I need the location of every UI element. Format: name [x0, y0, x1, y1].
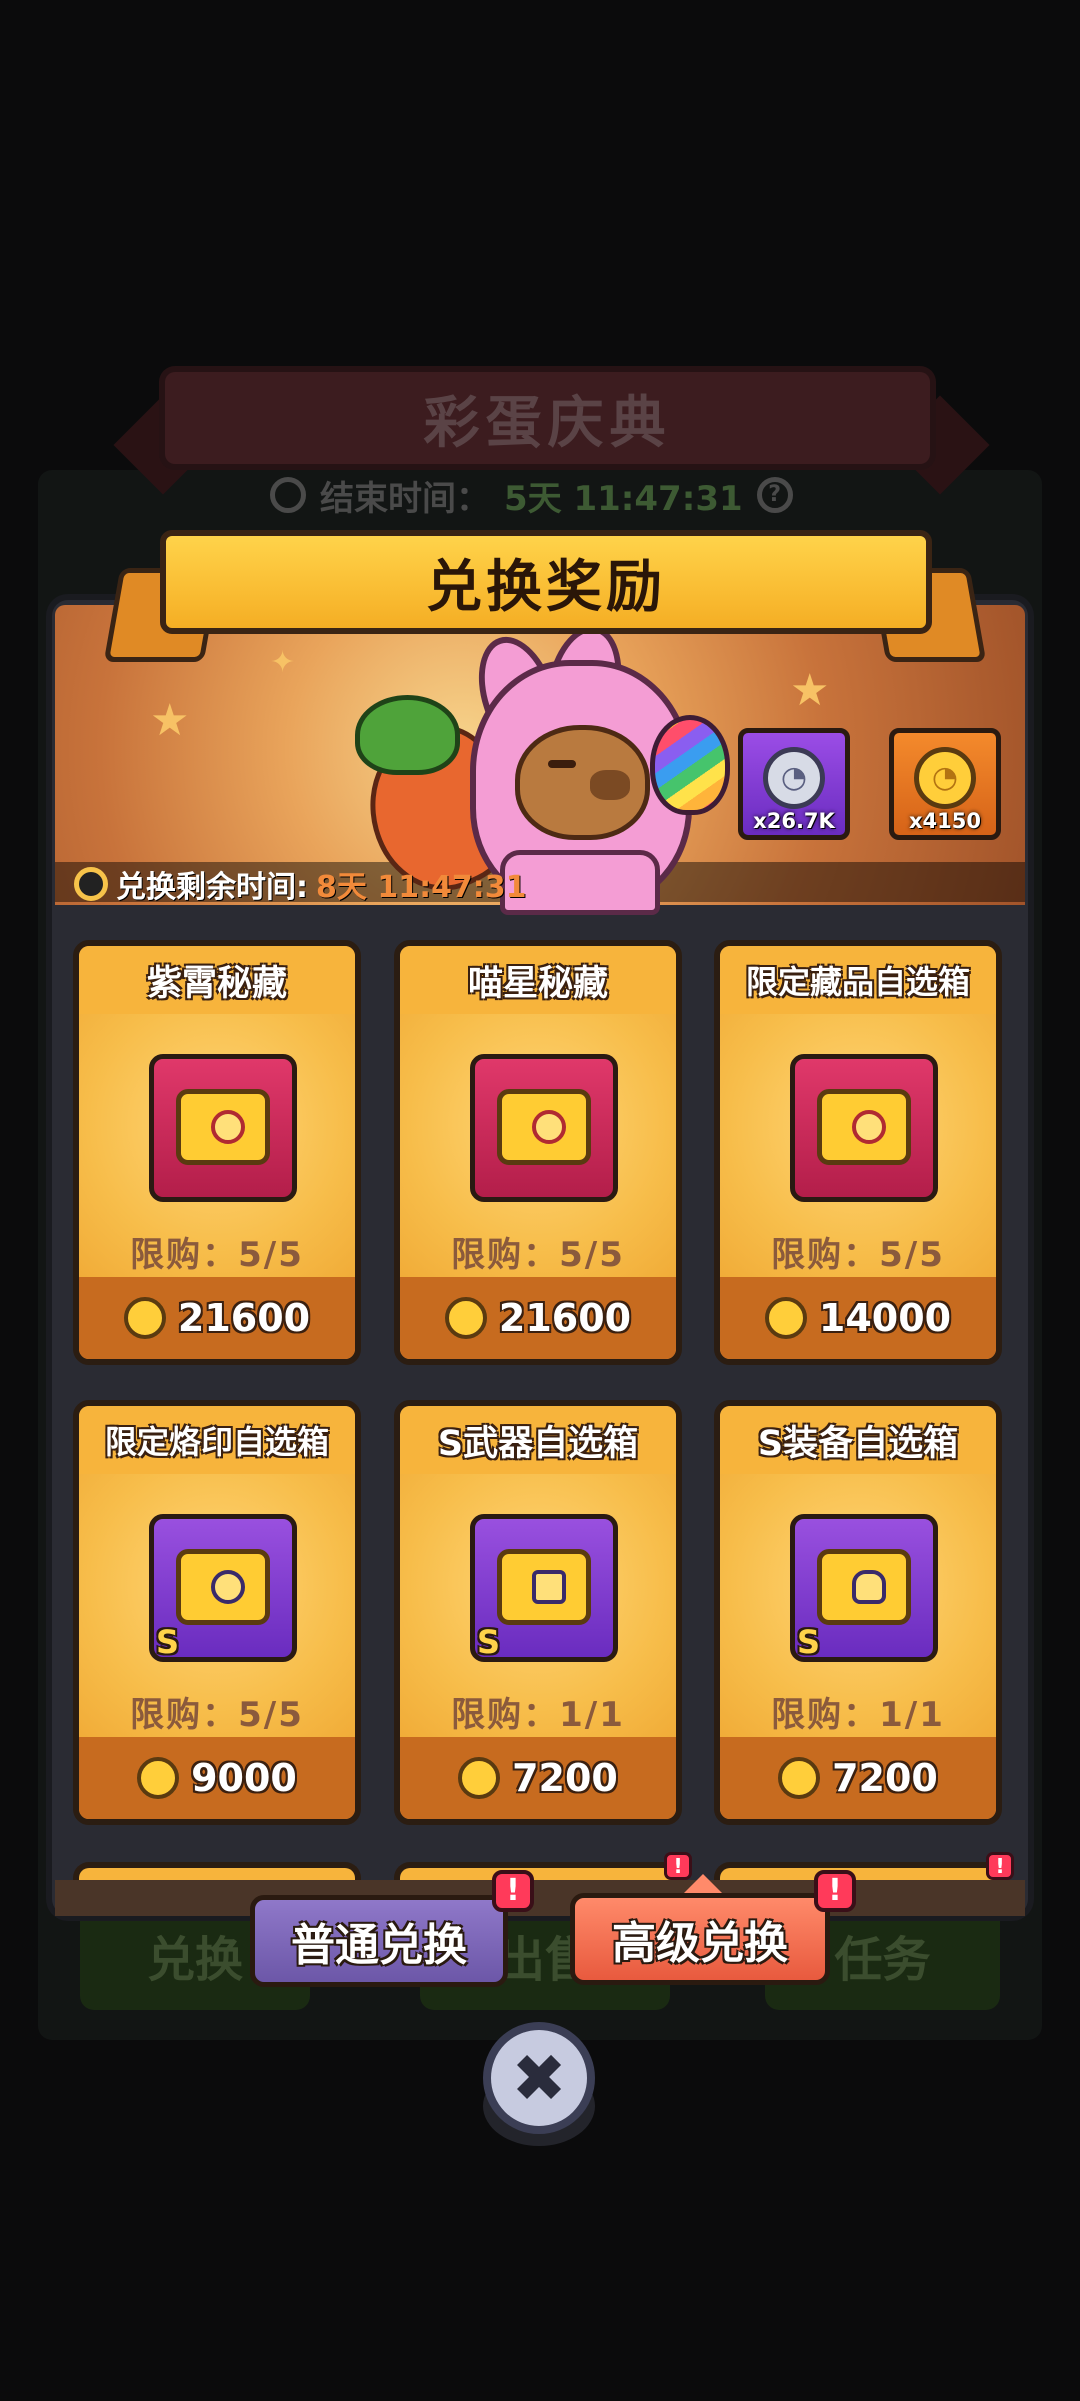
price-button[interactable]: 7200 [400, 1737, 676, 1819]
price-value: 21600 [177, 1296, 311, 1340]
gold-currency-badge[interactable]: ◔ x4150 [889, 728, 1001, 840]
grade-badge: S [797, 1623, 821, 1661]
treasure-chest-icon [470, 1054, 618, 1202]
modal-title: 兑换奖励 [160, 530, 932, 634]
gold-bunny-coin-icon: ◔ [914, 747, 976, 809]
treasure-chest-icon [149, 1054, 297, 1202]
collectible-chest-icon [790, 1054, 938, 1202]
purchase-limit: 限购：5/5 [130, 1694, 304, 1735]
star-icon: ★ [790, 665, 830, 716]
price-value: 21600 [498, 1296, 632, 1340]
price-value: 7200 [512, 1756, 618, 1800]
event-timer: 结束时间： 5天 11:47:31 ? [270, 470, 793, 520]
weapon-chest-icon: S [470, 1514, 618, 1662]
brand-chest-icon: S [149, 1514, 297, 1662]
close-icon: ✖ [511, 2039, 567, 2117]
equipment-chest-icon: S [790, 1514, 938, 1662]
shop-card[interactable]: S装备自选箱 S 限购：1/1 7200 [714, 1400, 1002, 1825]
purchase-limit: 限购：5/5 [451, 1234, 625, 1275]
shop-card[interactable]: S武器自选箱 S 限购：1/1 7200 [394, 1400, 682, 1825]
purchase-limit: 限购：5/5 [771, 1234, 945, 1275]
gold-coin-icon [778, 1757, 821, 1799]
gold-currency-count: x4150 [909, 809, 981, 833]
tab-normal-exchange[interactable]: 普通兑换 [250, 1895, 508, 1987]
price-button[interactable]: 21600 [400, 1277, 676, 1359]
price-button[interactable]: 21600 [79, 1277, 355, 1359]
help-icon[interactable]: ? [756, 477, 793, 513]
grade-badge: S [156, 1623, 180, 1661]
price-button[interactable]: 7200 [720, 1737, 996, 1819]
star-icon: ★ [150, 695, 190, 746]
remaining-value: 8天 11:47:31 [316, 870, 527, 905]
event-timer-value: 5天 11:47:31 [504, 478, 743, 519]
exchange-remaining-time: 兑换剩余时间: 8天 11:47:31 [74, 866, 527, 905]
shop-card[interactable]: 紫霄秘藏 限购：5/5 21600 [73, 940, 361, 1365]
capybara-nose [590, 770, 630, 800]
remaining-label: 兑换剩余时间: [116, 870, 308, 905]
stopwatch-icon [74, 867, 108, 901]
gold-coin-icon [137, 1757, 180, 1799]
alert-badge-icon: ! [814, 1870, 856, 1912]
modal-bottom-rail [55, 1880, 1025, 1916]
rainbow-egg-illustration [650, 715, 730, 815]
purchase-limit: 限购：1/1 [771, 1694, 945, 1735]
card-title: 限定藏品自选箱 [720, 946, 996, 1014]
shop-card[interactable]: 限定烙印自选箱 S 限购：5/5 9000 [73, 1400, 361, 1825]
card-title: 限定烙印自选箱 [79, 1406, 355, 1474]
price-button[interactable]: 9000 [79, 1737, 355, 1819]
event-timer-label: 结束时间： [320, 478, 490, 519]
card-title: S装备自选箱 [720, 1406, 996, 1474]
capybara-eye [548, 760, 576, 768]
silver-bunny-coin-icon: ◔ [763, 747, 825, 809]
event-title: 彩蛋庆典 [423, 390, 672, 456]
price-value: 14000 [818, 1296, 952, 1340]
gold-coin-icon [764, 1297, 807, 1339]
silver-currency-count: x26.7K [753, 809, 835, 833]
active-tab-caret [683, 1874, 723, 1894]
price-button[interactable]: 14000 [720, 1277, 996, 1359]
gold-coin-icon [444, 1297, 487, 1339]
grade-badge: S [477, 1623, 501, 1661]
sparkle-icon: ✦ [270, 645, 296, 680]
card-title: S武器自选箱 [400, 1406, 676, 1474]
shop-card[interactable]: 喵星秘藏 限购：5/5 21600 [394, 940, 682, 1365]
gold-coin-icon [458, 1757, 501, 1799]
alert-badge-icon: ! [492, 1870, 534, 1912]
purchase-limit: 限购：5/5 [130, 1234, 304, 1275]
shop-card[interactable]: 限定藏品自选箱 限购：5/5 14000 [714, 940, 1002, 1365]
alert-badge-icon: ! [986, 1852, 1014, 1880]
close-button[interactable]: ✖ [483, 2022, 595, 2134]
silver-currency-badge[interactable]: ◔ x26.7K [738, 728, 850, 840]
price-value: 9000 [191, 1756, 297, 1800]
card-title: 紫霄秘藏 [79, 946, 355, 1014]
carrot-leaf [355, 695, 460, 775]
price-value: 7200 [832, 1756, 938, 1800]
purchase-limit: 限购：1/1 [451, 1694, 625, 1735]
gold-coin-icon [123, 1297, 166, 1339]
clock-icon [270, 477, 306, 513]
card-title: 喵星秘藏 [400, 946, 676, 1014]
tab-advanced-exchange[interactable]: 高级兑换 [570, 1893, 830, 1985]
